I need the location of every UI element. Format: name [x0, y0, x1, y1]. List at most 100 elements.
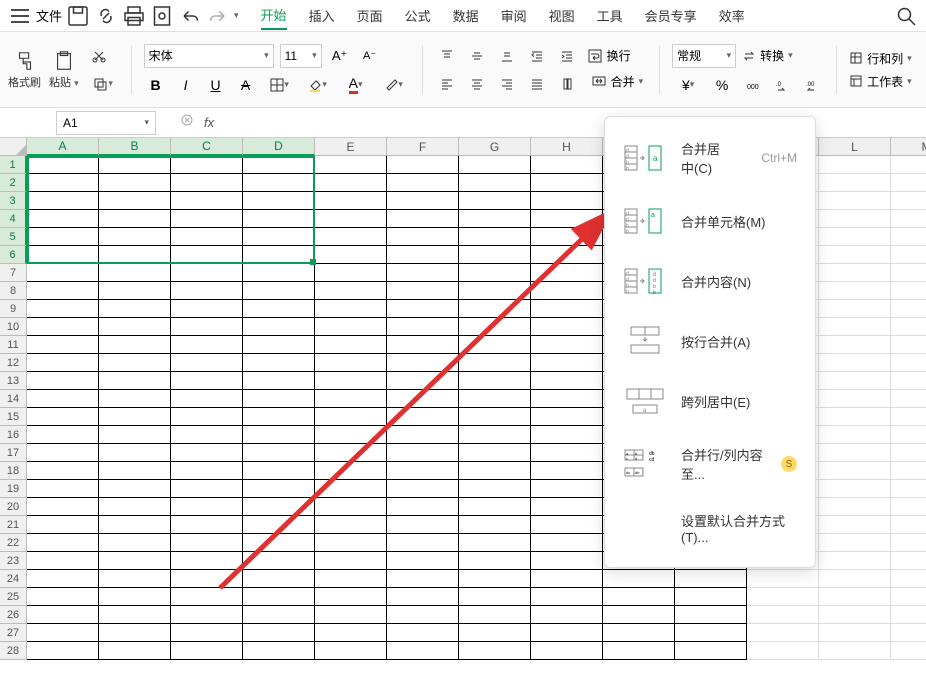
cell[interactable] [819, 390, 891, 408]
cell[interactable] [891, 192, 926, 210]
cell[interactable] [27, 156, 99, 174]
row-header-25[interactable]: 25 [0, 588, 27, 606]
strikethrough-icon[interactable]: A [234, 74, 258, 96]
cell[interactable] [459, 246, 531, 264]
cell[interactable] [171, 246, 243, 264]
cell[interactable] [387, 516, 459, 534]
cell[interactable] [819, 246, 891, 264]
row-header-1[interactable]: 1 [0, 156, 27, 174]
cell[interactable] [531, 174, 603, 192]
default-merge-settings-item[interactable]: 设置默认合并方式(T)... [605, 497, 815, 559]
cell[interactable] [387, 156, 459, 174]
cell[interactable] [819, 426, 891, 444]
bold-icon[interactable]: B [144, 74, 168, 96]
paste-button[interactable]: 粘贴 ▾ [49, 50, 79, 90]
merge-by-row-item[interactable]: 按行合并(A) [605, 311, 815, 371]
cell[interactable] [27, 174, 99, 192]
cell[interactable] [387, 228, 459, 246]
decrease-decimal-icon[interactable]: .0 [770, 74, 794, 96]
col-header-H[interactable]: H [531, 138, 603, 156]
cell[interactable] [387, 318, 459, 336]
justify-icon[interactable] [525, 73, 549, 95]
row-header-17[interactable]: 17 [0, 444, 27, 462]
cell[interactable] [819, 300, 891, 318]
cell[interactable] [459, 336, 531, 354]
copy-icon[interactable]: ▾ [87, 73, 119, 95]
row-header-11[interactable]: 11 [0, 336, 27, 354]
cell[interactable] [171, 624, 243, 642]
cell[interactable] [27, 300, 99, 318]
cell[interactable] [27, 624, 99, 642]
cell[interactable] [315, 570, 387, 588]
cell[interactable] [819, 606, 891, 624]
cell[interactable] [171, 480, 243, 498]
cell[interactable] [315, 192, 387, 210]
cell[interactable] [531, 390, 603, 408]
cell[interactable] [819, 480, 891, 498]
cell[interactable] [99, 246, 171, 264]
cell[interactable] [387, 372, 459, 390]
row-header-18[interactable]: 18 [0, 462, 27, 480]
cell[interactable] [459, 462, 531, 480]
underline-icon[interactable]: U [204, 74, 228, 96]
cell[interactable] [603, 588, 675, 606]
cell[interactable] [747, 588, 819, 606]
cell[interactable] [243, 588, 315, 606]
cell[interactable] [243, 246, 315, 264]
cell[interactable] [675, 624, 747, 642]
cell[interactable] [27, 498, 99, 516]
cell[interactable] [387, 192, 459, 210]
cell[interactable] [459, 372, 531, 390]
cell[interactable] [387, 588, 459, 606]
cell[interactable] [459, 210, 531, 228]
cell[interactable] [891, 426, 926, 444]
cell[interactable] [27, 228, 99, 246]
cell[interactable] [387, 390, 459, 408]
fill-color-icon[interactable]: ▾ [302, 74, 334, 96]
row-header-14[interactable]: 14 [0, 390, 27, 408]
row-header-5[interactable]: 5 [0, 228, 27, 246]
cell[interactable] [387, 354, 459, 372]
row-header-16[interactable]: 16 [0, 426, 27, 444]
cell[interactable] [531, 606, 603, 624]
cell[interactable] [531, 516, 603, 534]
cell[interactable] [27, 408, 99, 426]
cell[interactable] [315, 624, 387, 642]
align-top-icon[interactable] [435, 45, 459, 67]
cell[interactable] [531, 318, 603, 336]
cell[interactable] [315, 444, 387, 462]
cell[interactable] [459, 606, 531, 624]
cell[interactable] [171, 210, 243, 228]
cell[interactable] [387, 624, 459, 642]
cell[interactable] [891, 372, 926, 390]
cell[interactable] [171, 336, 243, 354]
cell[interactable] [27, 246, 99, 264]
cell[interactable] [891, 516, 926, 534]
cell[interactable] [387, 264, 459, 282]
cell[interactable] [531, 408, 603, 426]
cell[interactable] [891, 624, 926, 642]
cell[interactable] [819, 228, 891, 246]
cell[interactable] [99, 300, 171, 318]
worksheet-button[interactable]: 工作表▾ [849, 73, 912, 90]
cell[interactable] [531, 282, 603, 300]
cell[interactable] [171, 228, 243, 246]
cell[interactable] [27, 426, 99, 444]
cell[interactable] [819, 552, 891, 570]
tab-formula[interactable]: 公式 [405, 2, 431, 29]
cell[interactable] [531, 480, 603, 498]
cell[interactable] [243, 264, 315, 282]
tab-view[interactable]: 视图 [549, 2, 575, 29]
cell[interactable] [891, 408, 926, 426]
orientation-icon[interactable] [555, 73, 579, 95]
cell[interactable] [99, 606, 171, 624]
cell[interactable] [243, 516, 315, 534]
cell[interactable] [459, 588, 531, 606]
cell[interactable] [315, 264, 387, 282]
cell[interactable] [99, 444, 171, 462]
cell[interactable] [27, 570, 99, 588]
save-icon[interactable] [66, 4, 90, 28]
cell[interactable] [315, 642, 387, 660]
cell[interactable] [603, 606, 675, 624]
cell[interactable] [171, 174, 243, 192]
